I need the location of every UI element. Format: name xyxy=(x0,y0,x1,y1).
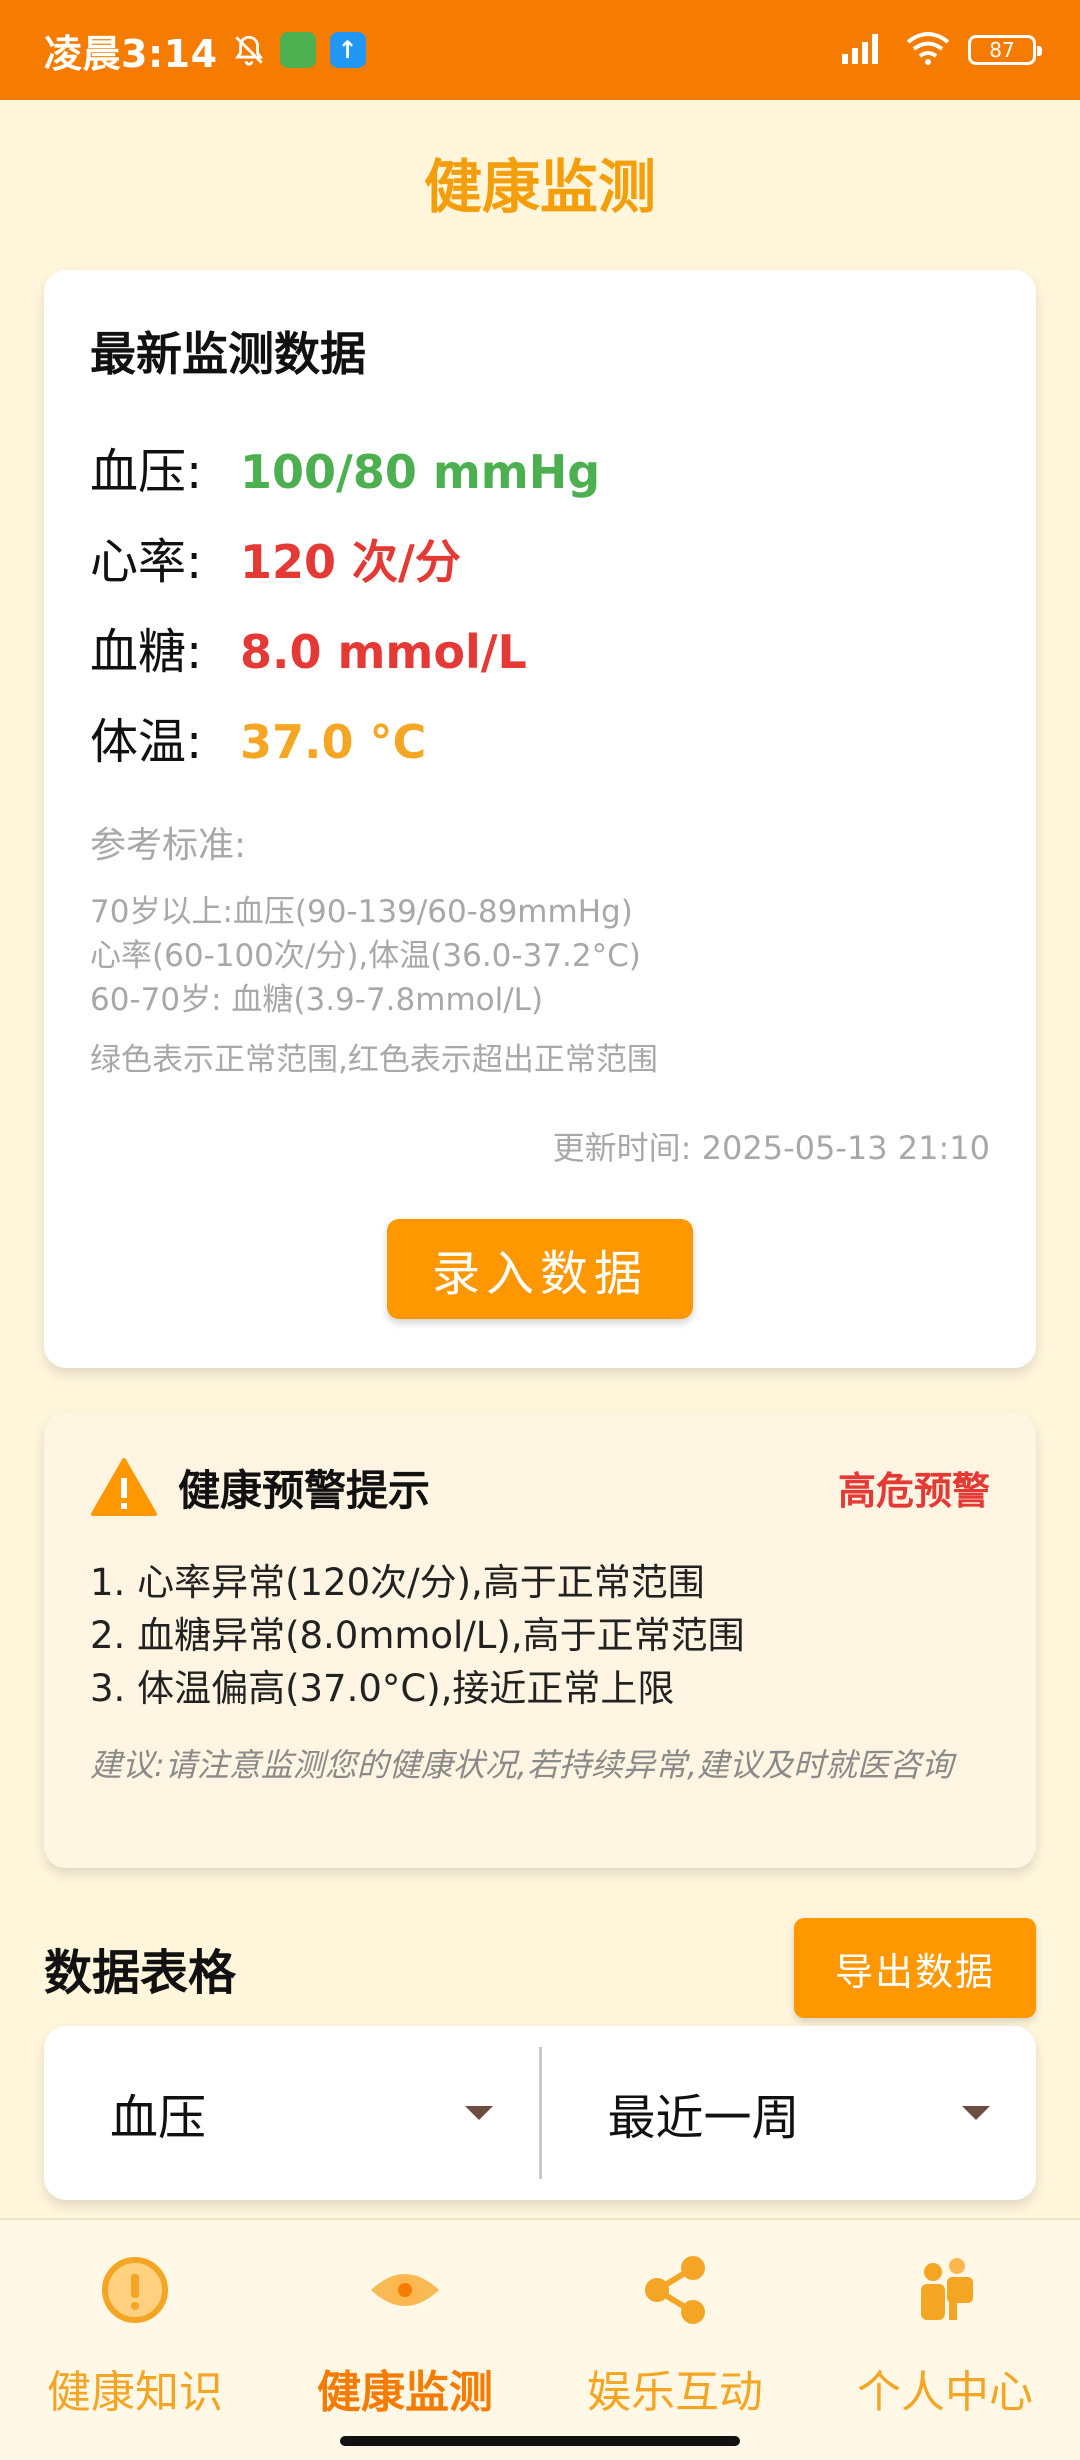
table-filter-card: 血压 最近一周 xyxy=(44,2026,1036,2200)
latest-data-card: 最新监测数据 血压: 100/80 mmHg 心率: 120 次/分 血糖: 8… xyxy=(44,270,1036,1368)
data-table-title: 数据表格 xyxy=(44,1945,237,2001)
nav-label: 健康监测 xyxy=(317,2367,493,2418)
metric-label: 体温: xyxy=(90,714,203,770)
warning-item: 3. 体温偏高(37.0°C),接近正常上限 xyxy=(90,1667,675,1710)
nav-item-entertainment[interactable]: 娱乐互动 xyxy=(540,2220,810,2460)
metric-blood-pressure: 血压: 100/80 mmHg xyxy=(90,432,990,500)
upload-app-icon: ↑ xyxy=(329,32,366,68)
metric-value: 100/80 mmHg xyxy=(240,445,601,499)
color-legend: 绿色表示正常范围,红色表示超出正常范围 xyxy=(90,1042,658,1078)
metric-select-value: 血压 xyxy=(110,2090,207,2146)
metric-label: 血压: xyxy=(90,444,203,500)
record-data-button[interactable]: 录入数据 xyxy=(387,1219,693,1319)
bell-off-icon xyxy=(232,33,266,67)
dropdown-arrow-icon xyxy=(962,2106,990,2120)
health-warning-card: 健康预警提示 高危预警 1. 心率异常(120次/分),高于正常范围 2. 血糖… xyxy=(44,1412,1036,1868)
metric-heart-rate: 心率: 120 次/分 xyxy=(90,522,990,590)
data-table-header: 数据表格 导出数据 xyxy=(44,1918,1036,2018)
metric-value: 120 次/分 xyxy=(240,535,461,589)
info-icon xyxy=(95,2250,175,2330)
eye-icon xyxy=(365,2250,445,2330)
period-select[interactable]: 最近一周 xyxy=(542,2026,1037,2200)
metric-temperature: 体温: 37.0 °C xyxy=(90,702,990,770)
metric-label: 心率: xyxy=(90,534,203,590)
nav-item-personal-center[interactable]: 个人中心 xyxy=(810,2220,1080,2460)
page-title: 健康监测 xyxy=(423,153,656,221)
warning-item: 2. 血糖异常(8.0mmol/L),高于正常范围 xyxy=(90,1614,745,1657)
dropdown-arrow-icon xyxy=(464,2106,493,2120)
people-icon xyxy=(905,2250,985,2330)
export-data-button[interactable]: 导出数据 xyxy=(794,1918,1036,2018)
reference-line: 70岁以上:血压(90-139/60-89mmHg) xyxy=(90,894,633,930)
nav-item-health-knowledge[interactable]: 健康知识 xyxy=(0,2220,270,2460)
share-icon xyxy=(635,2250,715,2330)
battery-icon: 87 xyxy=(968,35,1042,65)
status-bar: 凌晨3:14 ↑ 87 xyxy=(0,0,1080,100)
nav-item-health-monitoring[interactable]: 健康监测 xyxy=(270,2220,540,2460)
warning-level-badge: 高危预警 xyxy=(837,1468,990,1513)
status-time: 凌晨3:14 xyxy=(44,31,218,76)
metric-value: 37.0 °C xyxy=(240,715,427,769)
home-indicator[interactable] xyxy=(340,2436,740,2446)
latest-data-heading: 最新监测数据 xyxy=(90,327,366,381)
nav-label: 个人中心 xyxy=(857,2367,1033,2418)
nav-label: 娱乐互动 xyxy=(587,2367,763,2418)
wifi-icon xyxy=(904,30,952,70)
warning-title: 健康预警提示 xyxy=(178,1465,431,1515)
warning-advice: 建议:请注意监测您的健康状况,若持续异常,建议及时就医咨询 xyxy=(90,1746,954,1784)
metric-select[interactable]: 血压 xyxy=(44,2026,539,2200)
nav-label: 健康知识 xyxy=(47,2367,223,2418)
android-app-icon xyxy=(279,32,316,68)
metric-blood-sugar: 血糖: 8.0 mmol/L xyxy=(90,612,990,680)
reference-line: 60-70岁: 血糖(3.9-7.8mmol/L) xyxy=(90,982,544,1018)
warning-icon xyxy=(90,1456,158,1518)
bottom-navigation: 健康知识 健康监测 娱乐互动 个人中心 xyxy=(0,2218,1080,2460)
signal-icon xyxy=(840,30,888,70)
update-time: 更新时间: 2025-05-13 21:10 xyxy=(552,1129,990,1167)
battery-level: 87 xyxy=(989,38,1015,62)
period-select-value: 最近一周 xyxy=(607,2090,800,2146)
metric-value: 8.0 mmol/L xyxy=(240,625,527,679)
reference-line: 心率(60-100次/分),体温(36.0-37.2°C) xyxy=(90,938,641,974)
reference-title: 参考标准: xyxy=(90,825,247,866)
metric-label: 血糖: xyxy=(90,624,203,680)
warning-item: 1. 心率异常(120次/分),高于正常范围 xyxy=(90,1561,705,1604)
